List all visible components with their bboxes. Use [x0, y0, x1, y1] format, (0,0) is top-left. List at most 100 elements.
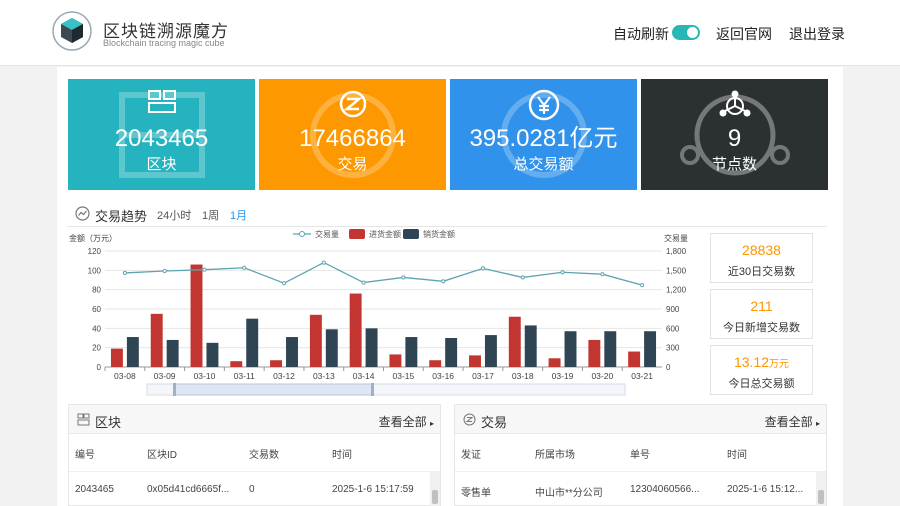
blocks-icon [147, 90, 176, 113]
trend-title: 交易趋势 [95, 209, 148, 224]
side-stat-today-new-value: 211 [750, 298, 773, 314]
side-stat-today-amount: 13.12万元 今日总交易额 [710, 345, 813, 395]
tx-type-cell: 零售单 [461, 488, 491, 499]
line-point [401, 275, 406, 280]
bar-purchase [190, 264, 203, 367]
block-id-cell: 0x05d41cd6665f... [147, 484, 230, 495]
bar-purchase [469, 355, 481, 367]
bar-purchase [309, 314, 322, 367]
nodes-count: 9 [727, 125, 742, 152]
y2-tick-label: 900 [666, 305, 680, 314]
y-tick-label: 120 [88, 247, 102, 256]
y2-tick-label: 1,500 [666, 266, 687, 275]
zoom-handle-right [371, 383, 374, 396]
x-tick-label: 03-14 [353, 371, 375, 381]
y-tick-label: 60 [92, 305, 101, 314]
side-stat-30d-label: 近30日交易数 [727, 266, 796, 278]
order-number-cell: 12304060566... [630, 484, 700, 495]
x-tick-label: 03-13 [313, 371, 335, 381]
y2-tick-label: 600 [666, 324, 680, 333]
col-header: 交易数 [249, 450, 279, 461]
line-point [441, 279, 446, 284]
line-trade-volume [124, 261, 643, 286]
blocks-scrollbar[interactable] [430, 472, 440, 506]
side-stat-today-amount-value: 13.12 [733, 354, 770, 370]
bar-purchase [270, 360, 283, 367]
col-header: 区块ID [147, 450, 177, 461]
transactions-panel-header: 交易 查看全部 ▸ [455, 405, 826, 434]
trend-header: 交易趋势 24小时 1周 1月 [67, 200, 827, 227]
col-header: 时间 [332, 450, 352, 461]
tab-1-month[interactable]: 1月 [230, 207, 247, 223]
legend-label: 销货金额 [423, 229, 455, 239]
y-tick-label: 80 [92, 286, 101, 295]
y-axis-title: 金额（万元） [69, 233, 117, 243]
legend-label: 交易量 [315, 229, 339, 239]
trade-trend-chart: 金额（万元） 交易量 0 0 20 300 40 600 60 900 80 1,200 100 1,50… [69, 229, 688, 396]
logout-link[interactable]: 退出登录 [789, 24, 845, 44]
transactions-scrollbar[interactable] [816, 472, 826, 506]
side-stat-30d: 28838 近30日交易数 [710, 233, 813, 283]
blocks-view-all-label: 查看全部 [378, 415, 427, 429]
blocks-panel-header: 区块 查看全部 ▸ [69, 405, 440, 434]
y-tick-label: 100 [88, 266, 102, 275]
bar-sales [484, 335, 497, 367]
transactions-table-header: 发证 所属市场 单号 时间 [455, 434, 826, 472]
col-header: 单号 [630, 450, 650, 461]
zoom-range [174, 383, 374, 396]
y-tick-label: 20 [92, 344, 101, 353]
bar-sales [365, 328, 378, 367]
bar-purchase [508, 316, 521, 367]
bar-purchase [349, 293, 362, 367]
line-point [122, 270, 127, 276]
auto-refresh-toggle[interactable] [672, 25, 700, 40]
x-tick-label: 03-08 [114, 371, 136, 381]
table-row[interactable]: 2043465 0x05d41cd6665f... 0 2025-1-6 15:… [69, 472, 440, 506]
x-tick-label: 03-11 [234, 371, 255, 381]
bar-sales [524, 325, 537, 367]
nodes-label: 节点数 [711, 156, 757, 173]
trend-icon [75, 206, 90, 221]
stat-card-nodes: 9 节点数 [641, 79, 828, 190]
bar-sales [206, 342, 219, 367]
blocks-panel: 区块 查看全部 ▸ 编号 区块ID 交易数 时间 2043465 0x05d41… [68, 404, 441, 506]
bar-purchase [110, 348, 123, 367]
bar-purchase [628, 351, 641, 367]
tx-count-cell: 0 [249, 484, 255, 495]
transactions-view-all-link[interactable]: 查看全部 ▸ [765, 413, 820, 430]
back-to-site-link[interactable]: 返回官网 [716, 24, 772, 44]
bar-sales [246, 318, 259, 367]
block-number-cell: 2043465 [75, 484, 114, 495]
chevron-right-icon: ▸ [429, 419, 434, 428]
line-point [162, 268, 167, 274]
legend-swatch [349, 229, 365, 239]
x-tick-label: 03-10 [194, 371, 216, 381]
bar-purchase [548, 358, 561, 367]
time-cell: 2025-1-6 15:12... [727, 484, 804, 495]
dashboard-main: 2043465 区块 17466864 交易 395.0281亿元 总交易额 9… [57, 67, 843, 506]
tab-1-week[interactable]: 1周 [202, 207, 219, 223]
col-header: 编号 [75, 450, 95, 461]
col-header: 时间 [727, 450, 747, 461]
chevron-right-icon: ▸ [815, 419, 820, 428]
table-row[interactable]: 零售单 中山市**分公司 12304060566... 2025-1-6 15:… [455, 472, 826, 506]
total-amount-value: 395.0281亿元 [469, 125, 618, 152]
bar-sales [325, 329, 338, 367]
tab-24h[interactable]: 24小时 [157, 207, 191, 223]
transactions-label: 交易 [337, 156, 368, 173]
bar-sales [286, 337, 298, 367]
line-point [640, 283, 645, 288]
time-cell: 2025-1-6 15:17:59 [332, 484, 414, 495]
stat-card-total-amount: 395.0281亿元 总交易额 [450, 79, 637, 190]
y-tick-label: 40 [92, 324, 101, 333]
blocks-view-all-link[interactable]: 查看全部 ▸ [379, 413, 434, 430]
bar-sales [604, 331, 617, 367]
line-point [600, 272, 605, 277]
y2-tick-label: 300 [666, 344, 680, 353]
auto-refresh-label: 自动刷新 [613, 26, 669, 42]
bar-purchase [150, 313, 163, 367]
x-tick-label: 03-21 [631, 371, 653, 381]
line-point [480, 266, 486, 271]
side-stat-today-amount-unit: 万元 [769, 359, 790, 370]
cube-logo-icon [52, 11, 92, 51]
